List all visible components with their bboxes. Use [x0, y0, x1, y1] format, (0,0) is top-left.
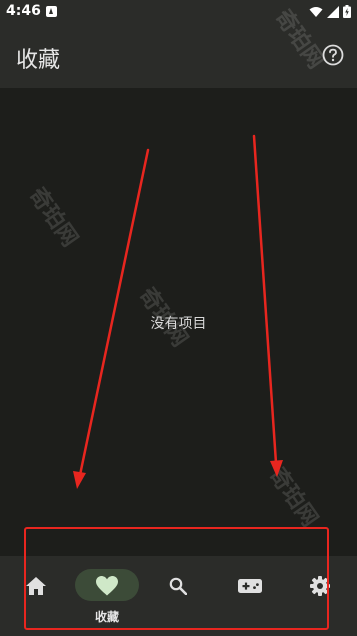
nav-item-favorites[interactable]: 收藏	[75, 556, 139, 636]
gamepad-icon	[238, 579, 262, 593]
nav-item-search[interactable]	[146, 556, 210, 636]
nav-label-favorites: 收藏	[94, 610, 119, 624]
status-icons	[309, 5, 351, 18]
watermark: 奇珀网	[23, 183, 83, 252]
battery-icon	[343, 5, 351, 18]
annotation-arrow-right	[252, 134, 278, 465]
search-icon	[169, 577, 187, 595]
notification-icon	[46, 6, 57, 17]
watermark: 奇珀网	[263, 463, 323, 532]
annotation-arrowhead-left	[73, 471, 86, 489]
signal-icon	[327, 5, 339, 18]
wifi-icon	[309, 6, 323, 17]
nav-item-games[interactable]	[218, 556, 282, 636]
bottom-navigation: 收藏	[0, 556, 357, 636]
status-time: 4:46	[6, 3, 41, 19]
gear-icon	[310, 576, 330, 596]
page-title: 收藏	[16, 48, 61, 73]
nav-item-settings[interactable]	[288, 556, 352, 636]
home-icon	[26, 577, 46, 595]
app-screen: 4:46 收藏 没有项目 奇珀网 奇珀网 奇珀网 奇珀网 收藏	[0, 0, 357, 636]
heart-icon	[96, 576, 118, 596]
nav-item-home[interactable]	[4, 556, 68, 636]
